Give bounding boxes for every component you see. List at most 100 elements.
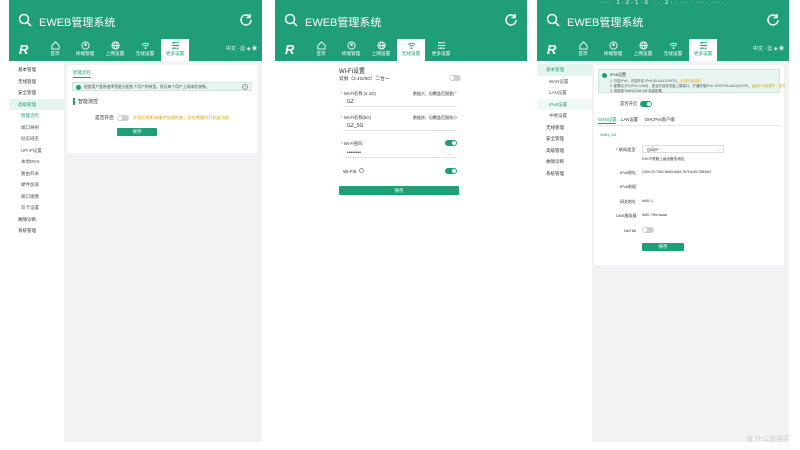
tab-divider <box>598 125 780 126</box>
search-icon[interactable] <box>546 13 560 27</box>
sidebar-item-security[interactable]: 安全管理 <box>9 87 64 99</box>
app-header: EWEB管理系统 <box>275 0 527 39</box>
sidebar-item-ipv6[interactable]: IPv6设置 <box>537 98 592 110</box>
ssid24-input[interactable]: GZ <box>343 98 457 107</box>
password-toggle[interactable] <box>445 140 457 146</box>
dns-label: DNS服务器 <box>616 213 637 218</box>
nav-right-tools[interactable]: 中文 · ▦ ◈ ◉ <box>226 45 257 52</box>
sidebar-item-lan[interactable]: LAN设置 <box>537 87 592 99</box>
eye-icon[interactable]: ◡ <box>447 150 451 156</box>
tab-more-settings[interactable]: 更多设置 <box>689 39 717 61</box>
search-icon[interactable] <box>284 13 298 27</box>
sidebar-item-port-mapping[interactable]: 端口映射 <box>9 122 64 134</box>
sidebar-item-security[interactable]: 安全管理 <box>537 133 592 145</box>
wifi-icon <box>141 42 149 50</box>
switch-label: 是否开启 <box>620 101 638 106</box>
watermark: 值 什么值得买 <box>746 436 790 443</box>
refresh-icon[interactable] <box>504 13 518 27</box>
sidebar-item-diagnose[interactable]: 故障诊断 <box>9 214 64 226</box>
wifi6-toggle[interactable] <box>445 168 457 174</box>
help-icon[interactable] <box>359 168 364 173</box>
ipv6-toggle[interactable] <box>640 101 652 107</box>
tab-home[interactable]: 首页 <box>569 39 597 61</box>
globe-icon <box>638 41 648 50</box>
save-button[interactable]: 保存 <box>642 243 684 251</box>
status-bar: ··· 1·2·1·3 ·· 2·· ··· ··· ··· <box>537 0 789 7</box>
sidebar-item-advanced[interactable]: 高级管理 <box>537 145 592 157</box>
tab-internet[interactable]: 上网设置 <box>629 39 657 61</box>
tab-wireless[interactable]: 无线设置 <box>131 39 159 61</box>
ipv6-info-banner: IPv6设置 1. 开启IPv6，光猫开启 IPv6 (SLAAC/DHCP)，… <box>598 69 786 93</box>
save-button[interactable]: 保存 <box>117 128 157 136</box>
nat66-toggle[interactable] <box>642 227 654 233</box>
nav-right-tools[interactable]: 中文 · ▦ ◈ ◉ <box>753 45 784 52</box>
sidebar-item-diagnose[interactable]: 故障诊断 <box>537 156 592 168</box>
sidebar-item-hw-accel[interactable]: 硬件加速 <box>9 179 64 191</box>
refresh-icon[interactable] <box>766 13 780 27</box>
sidebar-item-flow-control[interactable]: 智能流控 <box>9 110 64 122</box>
sidebar-item-system[interactable]: 系统管理 <box>537 168 592 180</box>
globe-icon <box>110 41 120 50</box>
page-title: Wi-Fi设置 <box>339 69 365 75</box>
tab-internet[interactable]: 上网设置 <box>367 39 395 61</box>
tab-lan[interactable]: LAN设置 <box>621 117 638 123</box>
tab-more-settings[interactable]: 更多设置 <box>427 39 455 61</box>
save-button[interactable]: 保存 <box>339 186 459 195</box>
dual-band-label: 双频（2.4G/5G）二合一 <box>339 76 390 81</box>
globe-icon <box>376 41 386 50</box>
tab-terminal[interactable]: 终端管理 <box>599 39 627 61</box>
sidebar-item-port-mirror[interactable]: 端口镜像 <box>9 191 64 203</box>
top-nav: R 首页 终端管理 上网设置 无线设置 更多设置 中文 · ▦ ◈ ◉ <box>537 39 789 61</box>
sidebar-item-wan[interactable]: WAN设置 <box>537 76 592 88</box>
sidebar-item-system[interactable]: 系统管理 <box>9 225 64 237</box>
search-icon[interactable] <box>18 13 32 27</box>
sidebar-item-wireless[interactable]: 无线管理 <box>9 76 64 88</box>
sidebar-item-basic[interactable]: 基本管理 <box>537 64 592 76</box>
ssid24-label: * Wi-Fi名称 (2.4G) <box>341 91 376 96</box>
tab-more-settings[interactable]: 更多设置 <box>161 39 189 61</box>
tab-terminal[interactable]: 终端管理 <box>337 39 365 61</box>
user-icon <box>608 41 618 50</box>
nat66-label: NAT66 <box>624 228 637 233</box>
warning-text: 开启后将影响硬件加速性能，仅在需要时开启此功能 <box>133 115 230 120</box>
refresh-icon[interactable] <box>239 13 253 27</box>
conn-type-hint: DHCP获取上级设备的地址 <box>642 157 685 161</box>
ipv6-addr-value: 240e:33:7061:8b83:6a0f:7b7f:fe35:7583/64 <box>642 170 711 174</box>
ssid5-input[interactable]: GZ_5G <box>343 122 457 131</box>
sidebar-item-dual-card[interactable]: 双卡设置 <box>9 202 64 214</box>
settings-icon <box>437 41 445 50</box>
tab-dhcpv6[interactable]: DHCPv6客户端 <box>645 117 675 123</box>
sidebar-item-ddns[interactable]: 动态域名 <box>9 133 64 145</box>
flow-control-toggle[interactable] <box>117 115 129 121</box>
help-icon[interactable]: ? <box>242 84 248 90</box>
brand-logo: R <box>285 42 295 57</box>
tab-wireless[interactable]: 无线设置 <box>659 39 687 61</box>
conn-type-select[interactable]: 自动IP ⌄ <box>642 145 724 153</box>
tab-wan[interactable]: WAN设置 <box>598 117 617 124</box>
password-input[interactable]: •••••••• <box>343 149 457 158</box>
section-title: 智能流控 <box>73 98 98 105</box>
ssid5-hint: 数据快、但覆盖范围较小 <box>413 115 457 120</box>
flow-control-card: 智能流控 根据用户宽带速率智能分配各个用户的带宽，保证每个用户上网体验流畅。 ?… <box>67 65 257 153</box>
sidebar-item-upnp[interactable]: UPnP设置 <box>9 145 64 157</box>
tab-home[interactable]: 首页 <box>41 39 69 61</box>
top-nav: R 首页 终端管理 上网设置 无线设置 更多设置 中文 · ▦ ◈ ◉ <box>9 39 262 61</box>
sidebar-item-route-switch[interactable]: 路由开关 <box>9 168 64 180</box>
tab-internet[interactable]: 上网设置 <box>101 39 129 61</box>
tab-terminal[interactable]: 终端管理 <box>71 39 99 61</box>
sidebar-item-basic[interactable]: 基本管理 <box>9 64 64 76</box>
phone-screen-wifi: EWEB管理系统 R 首页 终端管理 上网设置 无线设置 更多设置 Wi-Fi设… <box>275 0 527 442</box>
dns-value: fe80::7fee:aaaa <box>642 213 667 217</box>
tab-home[interactable]: 首页 <box>307 39 335 61</box>
wifi-settings-card: Wi-Fi设置 双频（2.4G/5G）二合一 * Wi-Fi名称 (2.4G) … <box>275 61 527 442</box>
card-tab-title[interactable]: 智能流控 <box>73 70 91 78</box>
gateway-label: 网关地址 <box>620 199 636 204</box>
dual-band-toggle[interactable] <box>449 75 461 81</box>
tab-wireless[interactable]: 无线设置 <box>397 39 425 61</box>
sidebar-item-wireless[interactable]: 无线管理 <box>537 122 592 134</box>
sidebar-item-local-dns[interactable]: 本地DNS <box>9 156 64 168</box>
sidebar-item-advanced[interactable]: 高级管理 <box>9 98 64 110</box>
wifi-icon <box>669 42 677 50</box>
ipv6-prefix-label: IPv6前缀 <box>620 184 637 189</box>
sidebar-item-relay[interactable]: 中继设置 <box>537 110 592 122</box>
